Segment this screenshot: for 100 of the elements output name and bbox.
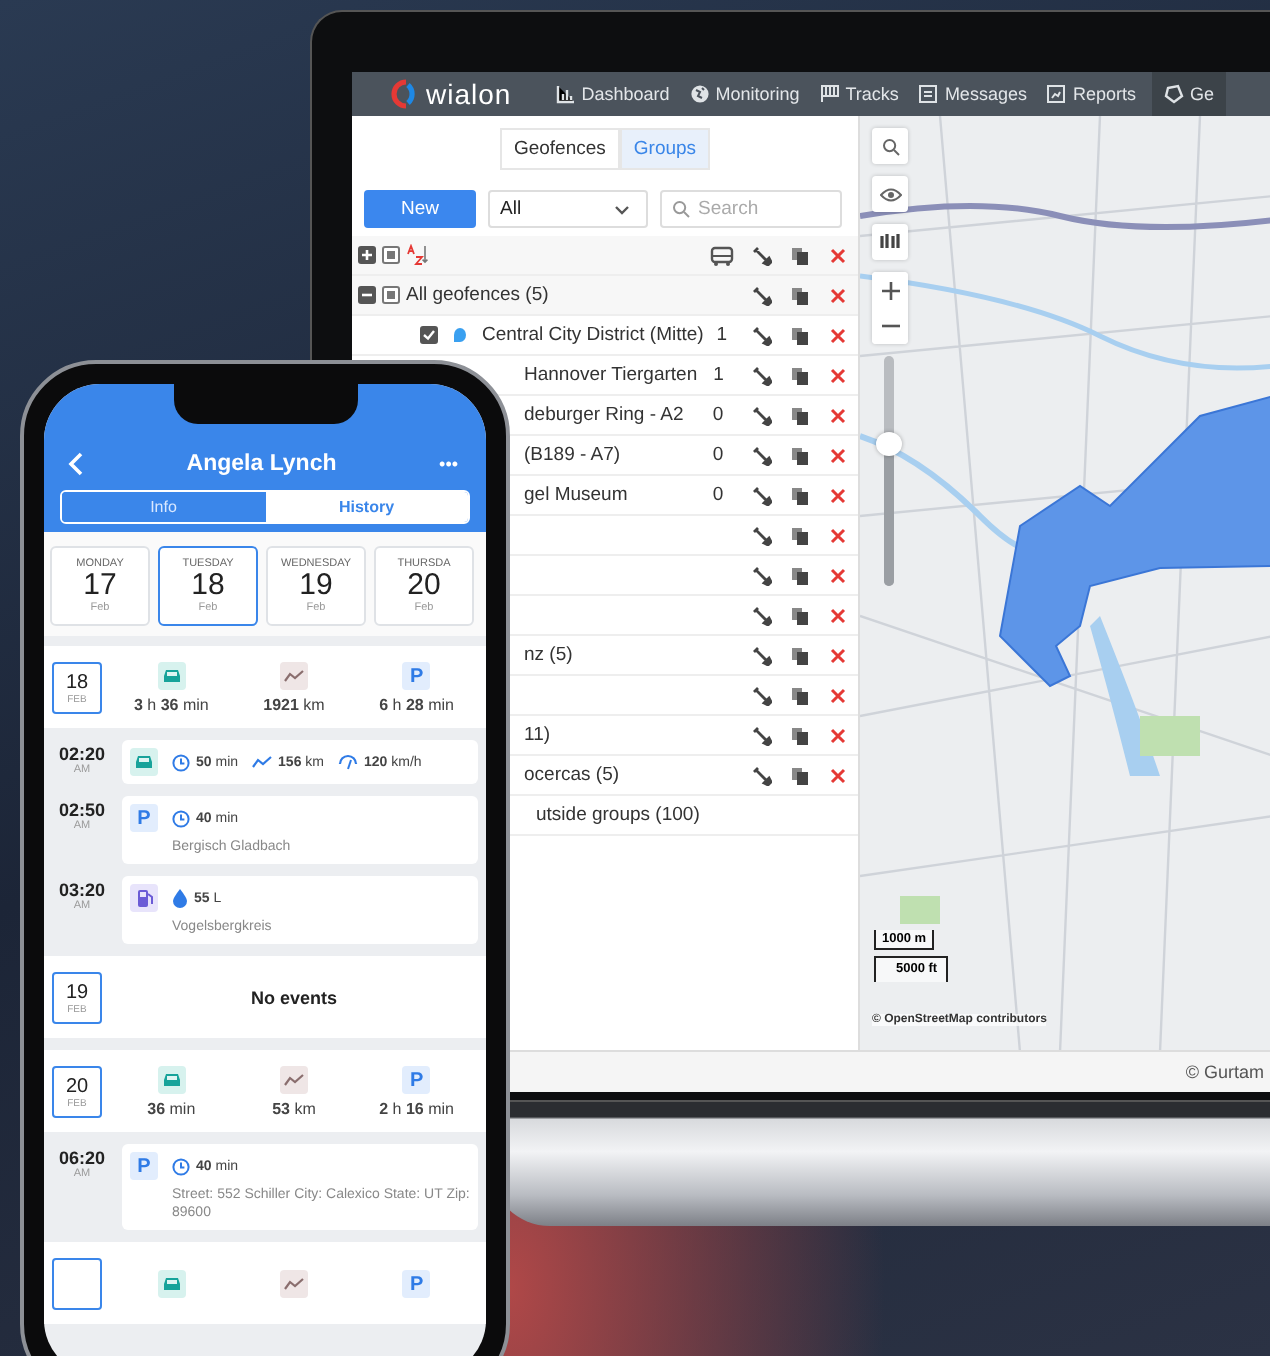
copyright-text: © Gurtam <box>1185 1062 1264 1082</box>
delete-icon[interactable] <box>828 525 848 545</box>
filter-dropdown[interactable]: All <box>488 190 648 228</box>
parking-icon: P <box>130 804 158 832</box>
nav-item[interactable]: Tracks <box>815 72 903 116</box>
event-time: 02:50 <box>58 800 106 820</box>
parking-icon: P <box>402 1270 431 1298</box>
delete-icon[interactable] <box>828 285 848 305</box>
nav-item[interactable]: Reports <box>1042 72 1140 116</box>
stat-value: 36 min <box>147 1100 196 1118</box>
map-search-button[interactable] <box>872 128 908 164</box>
delete-icon[interactable] <box>828 565 848 585</box>
route-icon <box>252 756 273 768</box>
nav-item[interactable]: Dashboard <box>551 72 674 116</box>
view-tab[interactable]: History <box>265 492 468 522</box>
delete-icon[interactable] <box>828 725 848 745</box>
unit-count: 0 <box>710 484 726 506</box>
geofence-name: gel Museum <box>524 484 628 506</box>
nav-item[interactable]: Monitoring <box>685 72 804 116</box>
event-time: 03:20 <box>58 880 106 900</box>
minus-icon <box>881 324 899 328</box>
sort-icon[interactable] <box>406 244 428 266</box>
unit-count: 1 <box>711 364 726 386</box>
layers-button[interactable] <box>872 224 908 260</box>
checkbox-icon[interactable] <box>382 286 400 304</box>
clock-icon <box>172 809 190 827</box>
stat-value: 53 km <box>272 1100 316 1118</box>
contact-name: Angela Lynch <box>186 452 337 476</box>
delete-icon[interactable] <box>828 365 848 385</box>
new-button[interactable]: New <box>364 190 476 228</box>
delete-icon[interactable] <box>828 605 848 625</box>
delete-icon[interactable] <box>828 645 848 665</box>
map-layers-icon <box>880 234 900 250</box>
fuel-pump-icon <box>130 884 158 912</box>
logo-text: wialon <box>426 78 512 110</box>
drop-icon <box>172 888 188 908</box>
geofence-name: nz (5) <box>524 644 573 666</box>
search-field[interactable]: Search <box>660 190 842 228</box>
car-icon <box>130 748 158 776</box>
list-icon <box>918 84 939 104</box>
stat-value: 2 h 16 min <box>379 1100 455 1118</box>
report-icon <box>1046 84 1067 104</box>
search-icon <box>881 137 899 155</box>
expand-all-icon <box>358 246 376 264</box>
chevron-down-icon <box>614 203 630 215</box>
geofence-name: (B189 - A7) <box>524 444 621 466</box>
event-time: 06:20 <box>58 1148 106 1168</box>
unit-count: 1 <box>715 324 728 346</box>
stat-value: 6 h 28 min <box>379 696 455 714</box>
checkbox-icon[interactable] <box>382 246 400 264</box>
stat-value: 1921 km <box>263 696 325 714</box>
nav-item[interactable]: Ge <box>1151 72 1226 116</box>
geofence-name: Central City District (Mitte) <box>482 324 704 346</box>
unit-count: 0 <box>710 404 726 426</box>
geofence-name: 11) <box>524 724 551 746</box>
group-name: All geofences (5) <box>406 284 549 306</box>
geofence-name: deburger Ring - A2 <box>524 404 684 426</box>
date-badge <box>52 1258 102 1310</box>
no-events-text: No events <box>248 988 339 1008</box>
eye-icon <box>879 187 901 201</box>
clock-icon <box>172 1157 190 1175</box>
parking-icon: P <box>402 1066 431 1094</box>
flag-icon <box>819 84 840 104</box>
logo-icon <box>388 78 416 110</box>
more-menu[interactable]: ••• <box>439 454 458 474</box>
delete-icon[interactable] <box>828 405 848 425</box>
speedometer-icon <box>338 754 358 770</box>
stat-value: 3 h 36 min <box>133 696 209 714</box>
route-icon <box>279 1270 308 1298</box>
geofence-name: Hannover Tiergarten <box>524 364 698 386</box>
car-icon <box>157 1270 186 1298</box>
route-icon <box>279 662 308 690</box>
event-time: 02:20 <box>58 744 106 764</box>
panel-tab[interactable]: Geofences <box>499 128 620 170</box>
nav-item[interactable]: Messages <box>914 72 1031 116</box>
plus-icon <box>881 281 899 299</box>
checkbox[interactable] <box>420 326 438 344</box>
delete-icon[interactable] <box>828 245 848 265</box>
delete-icon[interactable] <box>828 685 848 705</box>
polygon-icon <box>1163 84 1184 104</box>
delete-icon[interactable] <box>828 485 848 505</box>
geofence-name: ocercas (5) <box>524 764 620 786</box>
zoom-out-button[interactable] <box>872 308 908 344</box>
delete-icon[interactable] <box>828 445 848 465</box>
route-icon <box>279 1066 308 1094</box>
collapse-icon[interactable] <box>358 286 376 304</box>
unit-count: 0 <box>710 444 726 466</box>
parking-icon: P <box>402 662 431 690</box>
visibility-button[interactable] <box>872 176 908 212</box>
car-icon <box>157 662 186 690</box>
delete-icon[interactable] <box>828 765 848 785</box>
zoom-in-button[interactable] <box>872 272 908 308</box>
bus-icon <box>710 245 734 265</box>
back-icon[interactable] <box>68 452 84 476</box>
car-icon <box>157 1066 186 1094</box>
geofence-name: utside groups (100) <box>536 804 700 826</box>
search-icon <box>672 200 690 218</box>
bar-chart-icon <box>555 84 576 104</box>
parking-icon: P <box>130 1152 158 1180</box>
delete-icon[interactable] <box>828 325 848 345</box>
